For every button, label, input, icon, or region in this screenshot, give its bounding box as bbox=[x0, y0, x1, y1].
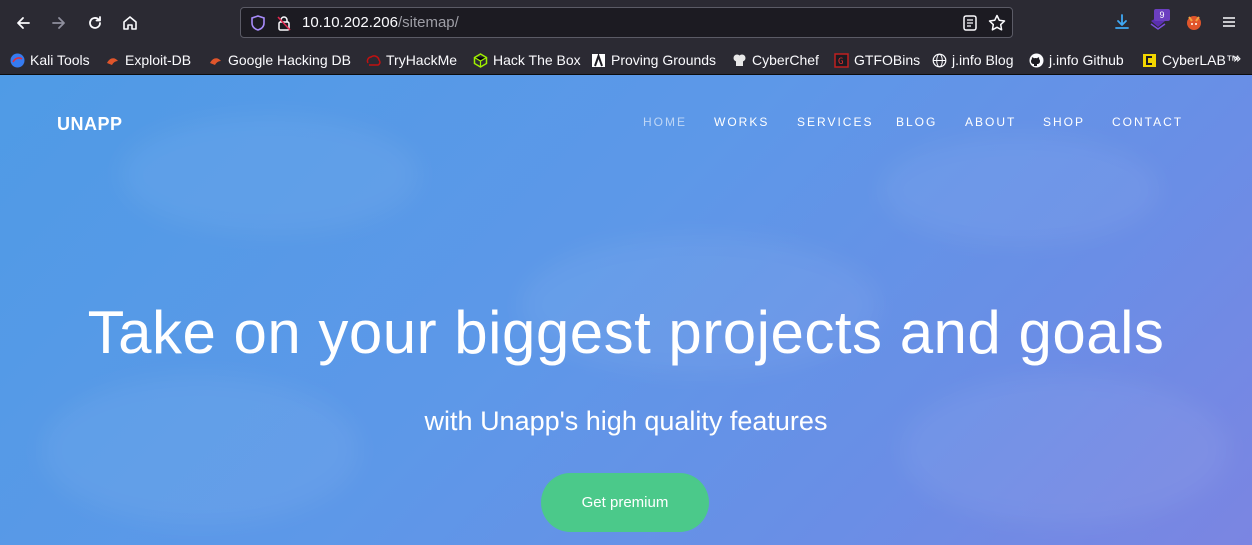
hero-title: Take on your biggest projects and goals bbox=[87, 299, 1165, 366]
background-cloud bbox=[900, 375, 1230, 525]
url-host: 10.10.202.206 bbox=[302, 14, 398, 31]
get-premium-button[interactable]: Get premium bbox=[541, 473, 709, 532]
foxyproxy-icon bbox=[1187, 16, 1201, 30]
hero-subtitle: with Unapp's high quality features bbox=[424, 406, 828, 436]
github-icon bbox=[1029, 53, 1044, 68]
reader-view-icon[interactable] bbox=[961, 14, 979, 32]
bookmark-tryhackme[interactable]: TryHackMe bbox=[366, 50, 457, 70]
browser-toolbar: 10.10.202.206/sitemap/ 9 bbox=[0, 0, 1252, 46]
extension-badge: 9 bbox=[1154, 9, 1170, 21]
nav-services[interactable]: SERVICES bbox=[797, 115, 873, 129]
foxyproxy-button[interactable] bbox=[1183, 11, 1205, 33]
bookmark-cyberlab[interactable]: CyberLAB™ bbox=[1142, 50, 1240, 70]
tracking-shield-icon[interactable] bbox=[249, 14, 267, 32]
cyberlab-icon bbox=[1142, 53, 1157, 68]
reload-button[interactable] bbox=[83, 11, 107, 35]
nav-home[interactable]: HOME bbox=[643, 115, 687, 129]
bookmark-proving-grounds[interactable]: Proving Grounds bbox=[591, 50, 716, 70]
bookmark-label: j.info Github bbox=[1049, 52, 1124, 68]
bookmark-label: CyberChef bbox=[752, 52, 819, 68]
hamburger-menu-icon bbox=[1223, 17, 1235, 27]
background-cloud bbox=[880, 135, 1160, 245]
home-icon bbox=[123, 16, 137, 30]
svg-text:G: G bbox=[838, 57, 843, 67]
bookmarks-bar: Kali Tools Exploit-DB Google Hacking DB … bbox=[0, 46, 1252, 75]
proving-grounds-icon bbox=[591, 52, 606, 68]
bookmark-label: Exploit-DB bbox=[125, 52, 192, 68]
tryhackme-icon bbox=[366, 53, 381, 68]
nav-about[interactable]: ABOUT bbox=[965, 115, 1016, 129]
bookmark-jinfo-blog[interactable]: j.info Blog bbox=[932, 50, 1013, 70]
bookmark-label: Google Hacking DB bbox=[228, 52, 351, 68]
cyberchef-icon bbox=[732, 53, 747, 68]
bookmark-cyberchef[interactable]: CyberChef bbox=[732, 50, 819, 70]
nav-contact[interactable]: CONTACT bbox=[1112, 115, 1183, 129]
htb-icon bbox=[473, 52, 488, 68]
insecure-lock-icon[interactable] bbox=[275, 14, 293, 32]
url-path: /sitemap/ bbox=[397, 14, 459, 31]
globe-icon bbox=[932, 53, 947, 68]
bookmark-kali-tools[interactable]: Kali Tools bbox=[10, 50, 90, 70]
ghdb-icon bbox=[208, 53, 223, 68]
nav-shop[interactable]: SHOP bbox=[1043, 115, 1085, 129]
background-cloud bbox=[120, 115, 420, 235]
bookmark-label: j.info Blog bbox=[952, 52, 1014, 68]
gtfobins-icon: G bbox=[834, 52, 849, 68]
url-text[interactable]: 10.10.202.206/sitemap/ bbox=[302, 14, 459, 31]
nav-blog[interactable]: BLOG bbox=[896, 115, 937, 129]
bookmark-hack-the-box[interactable]: Hack The Box bbox=[473, 50, 581, 70]
url-bar[interactable]: 10.10.202.206/sitemap/ bbox=[240, 7, 1013, 38]
site-logo[interactable]: UNAPP bbox=[57, 114, 123, 135]
background-cloud bbox=[40, 375, 360, 525]
bookmark-exploit-db[interactable]: Exploit-DB bbox=[105, 50, 191, 70]
bookmarks-overflow-chevron-icon[interactable]: » bbox=[1233, 51, 1242, 67]
forward-button[interactable] bbox=[47, 11, 71, 35]
downloads-button[interactable] bbox=[1111, 11, 1133, 33]
reload-icon bbox=[89, 16, 101, 29]
back-arrow-icon bbox=[17, 17, 30, 29]
download-icon bbox=[1115, 14, 1129, 29]
bookmark-google-hacking-db[interactable]: Google Hacking DB bbox=[208, 50, 351, 70]
bookmark-jinfo-github[interactable]: j.info Github bbox=[1029, 50, 1124, 70]
bookmark-label: Hack The Box bbox=[493, 52, 581, 68]
forward-arrow-icon bbox=[52, 17, 65, 29]
app-menu-button[interactable] bbox=[1218, 11, 1240, 33]
bookmark-label: Proving Grounds bbox=[611, 52, 717, 68]
webpage: UNAPP HOME WORKS SERVICES BLOG ABOUT SHO… bbox=[0, 75, 1252, 545]
bookmark-star-icon[interactable] bbox=[987, 13, 1007, 33]
bookmark-label: Kali Tools bbox=[30, 52, 90, 68]
back-button[interactable] bbox=[11, 11, 35, 35]
nav-works[interactable]: WORKS bbox=[714, 115, 769, 129]
exploit-db-icon bbox=[105, 53, 120, 68]
bookmark-label: CyberLAB™ bbox=[1162, 52, 1240, 68]
home-button[interactable] bbox=[118, 11, 142, 35]
bookmark-label: GTFOBins bbox=[854, 52, 921, 68]
kali-icon bbox=[10, 53, 25, 68]
bookmark-gtfobins[interactable]: G GTFOBins bbox=[834, 50, 920, 70]
bookmark-label: TryHackMe bbox=[386, 52, 458, 68]
